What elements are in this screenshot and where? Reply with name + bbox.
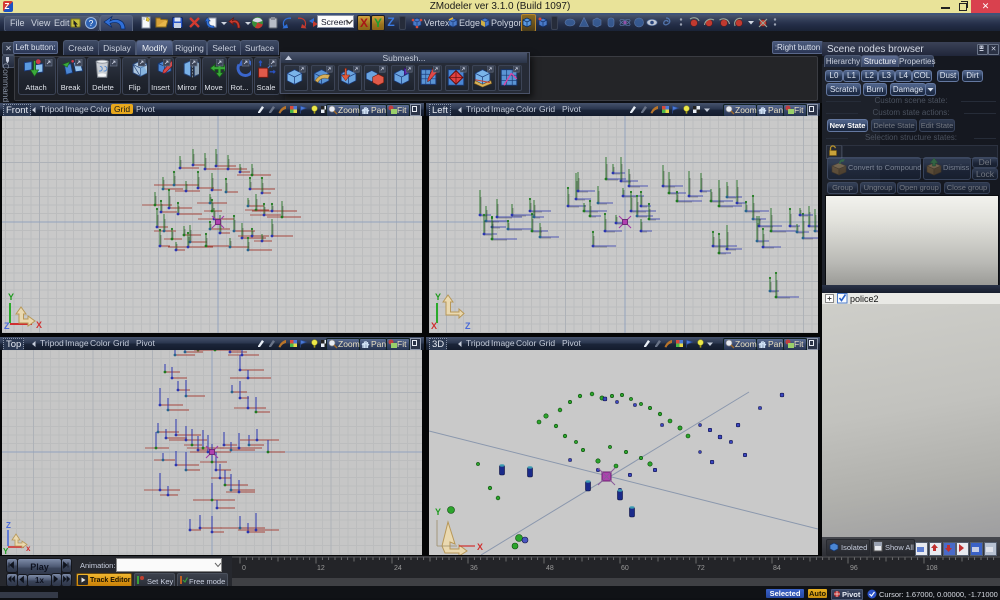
svg-text:Y: Y (3, 547, 9, 555)
svg-text:X: X (431, 321, 437, 331)
svg-text:36: 36 (470, 565, 478, 572)
svg-text:60: 60 (621, 565, 629, 572)
svg-text:24: 24 (394, 565, 402, 572)
svg-text:X: X (36, 320, 42, 330)
svg-text:96: 96 (850, 565, 858, 572)
svg-text:72: 72 (697, 565, 705, 572)
svg-text:Z: Z (465, 321, 471, 331)
svg-text:108: 108 (926, 565, 938, 572)
svg-text:x: x (26, 544, 31, 553)
svg-text:Z: Z (4, 321, 10, 331)
svg-text:12: 12 (317, 565, 325, 572)
svg-text:X: X (477, 542, 483, 552)
svg-text:Y: Y (435, 507, 441, 517)
svg-text:Z: Z (6, 521, 11, 530)
svg-text:Y: Y (435, 292, 441, 302)
svg-text:?: ? (89, 18, 94, 28)
svg-text:84: 84 (773, 565, 781, 572)
svg-text:0: 0 (242, 565, 246, 572)
svg-text:Y: Y (8, 292, 14, 302)
svg-text:48: 48 (546, 565, 554, 572)
